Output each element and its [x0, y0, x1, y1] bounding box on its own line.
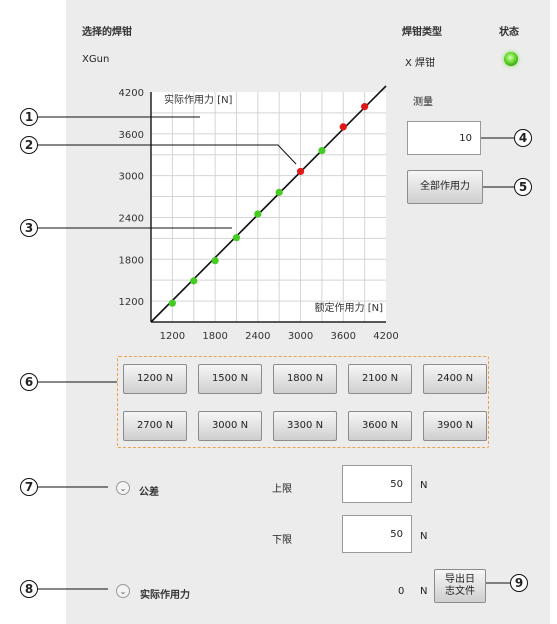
callout-4: 4 [514, 129, 532, 147]
callout-8: 8 [20, 580, 38, 598]
callout-5: 5 [514, 178, 532, 196]
callout-leaders [34, 116, 514, 590]
callout-7: 7 [20, 478, 38, 496]
callout-3: 3 [20, 219, 38, 237]
callout-1: 1 [20, 108, 38, 126]
callout-2: 2 [20, 136, 38, 154]
callout-6: 6 [20, 373, 38, 391]
callout-9: 9 [510, 574, 528, 592]
